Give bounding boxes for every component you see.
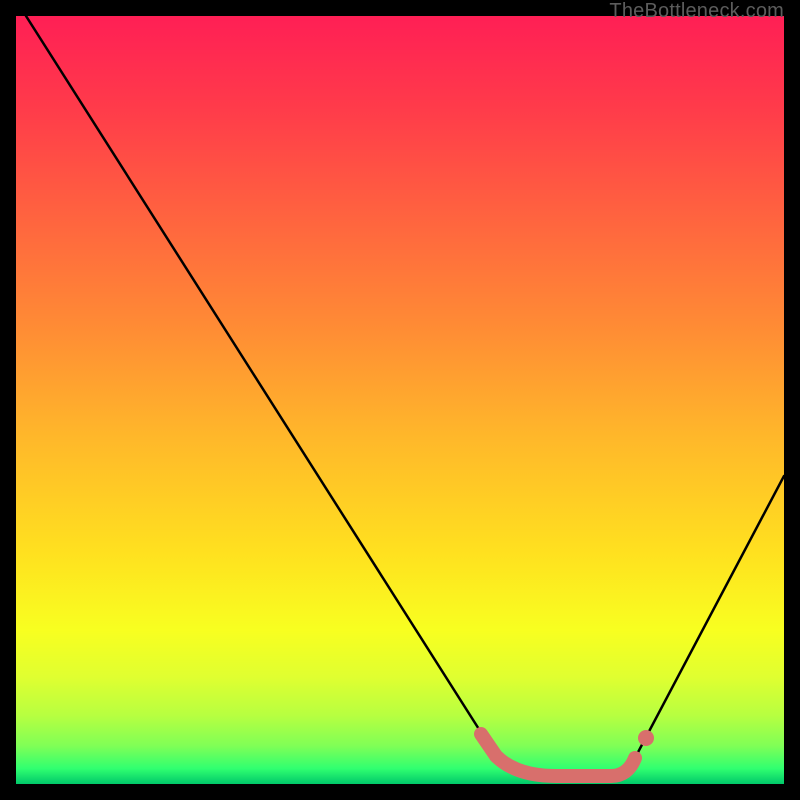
watermark-text: TheBottleneck.com: [609, 0, 784, 23]
bottleneck-curve: [26, 16, 784, 776]
bottleneck-highlight: [481, 734, 635, 776]
chart-svg: [16, 16, 784, 784]
highlight-dot-icon: [638, 730, 654, 746]
chart-plot-area: [16, 16, 784, 784]
chart-frame: TheBottleneck.com: [0, 0, 800, 800]
